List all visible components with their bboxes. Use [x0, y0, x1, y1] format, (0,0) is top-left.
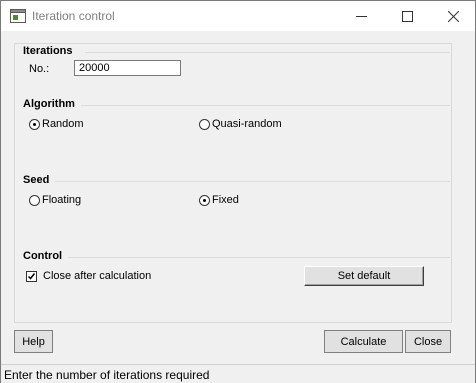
help-button[interactable]: Help	[14, 330, 53, 353]
algorithm-quasi-random-label[interactable]: Quasi-random	[212, 118, 282, 130]
algorithm-random-label[interactable]: Random	[42, 118, 84, 130]
close-button[interactable]: Close	[405, 330, 451, 353]
close-after-calculation-label[interactable]: Close after calculation	[43, 270, 151, 282]
dialog-client-area: Iterations No.: Algorithm Random Quasi-r…	[3, 32, 473, 363]
close-after-calculation-checkbox[interactable]	[26, 271, 37, 282]
algorithm-quasi-random-radio[interactable]	[199, 119, 210, 130]
calculate-button[interactable]: Calculate	[324, 330, 403, 353]
close-icon	[447, 10, 459, 22]
iterations-group-title: Iterations	[23, 45, 73, 57]
app-icon	[10, 9, 26, 23]
iterations-no-label: No.:	[29, 63, 50, 75]
window-title: Iteration control	[32, 9, 115, 23]
iterations-input[interactable]	[74, 60, 181, 76]
close-window-button[interactable]	[430, 1, 476, 31]
status-bar: Enter the number of iterations required	[1, 364, 475, 383]
iterations-separator	[85, 52, 450, 53]
maximize-icon	[401, 10, 413, 22]
iteration-control-window: Iteration control Iterations No.: Algori…	[0, 0, 476, 383]
seed-separator	[55, 181, 450, 182]
seed-group-title: Seed	[23, 174, 50, 186]
settings-panel: Iterations No.: Algorithm Random Quasi-r…	[14, 43, 452, 323]
seed-fixed-label[interactable]: Fixed	[212, 194, 239, 206]
algorithm-random-radio[interactable]	[29, 119, 40, 130]
checkmark-icon	[27, 273, 36, 280]
set-default-button[interactable]: Set default	[304, 266, 424, 286]
seed-floating-radio[interactable]	[29, 195, 40, 206]
minimize-button[interactable]	[338, 1, 384, 31]
radio-selected-dot	[33, 123, 36, 126]
status-text: Enter the number of iterations required	[4, 368, 210, 382]
algorithm-group-title: Algorithm	[23, 98, 75, 110]
algorithm-separator	[81, 105, 450, 106]
maximize-button[interactable]	[384, 1, 430, 31]
seed-floating-label[interactable]: Floating	[42, 194, 81, 206]
radio-selected-dot	[203, 199, 206, 202]
seed-fixed-radio[interactable]	[199, 195, 210, 206]
control-separator	[68, 257, 450, 258]
minimize-icon	[355, 15, 367, 17]
title-bar[interactable]: Iteration control	[1, 1, 475, 31]
control-group-title: Control	[23, 250, 63, 262]
